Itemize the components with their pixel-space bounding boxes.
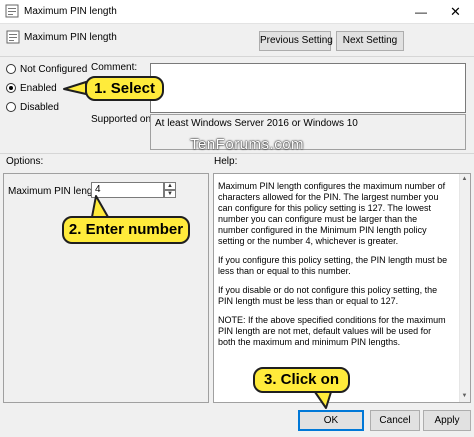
callout-1-pointer-icon [63,81,87,95]
callout-step-1: 1. Select [85,76,164,101]
callout-step-3: 3. Click on [253,367,350,393]
callout-step-2: 2. Enter number [62,216,190,244]
callout-3-pointer-icon [314,391,332,409]
callout-2-pointer-icon [91,195,109,218]
